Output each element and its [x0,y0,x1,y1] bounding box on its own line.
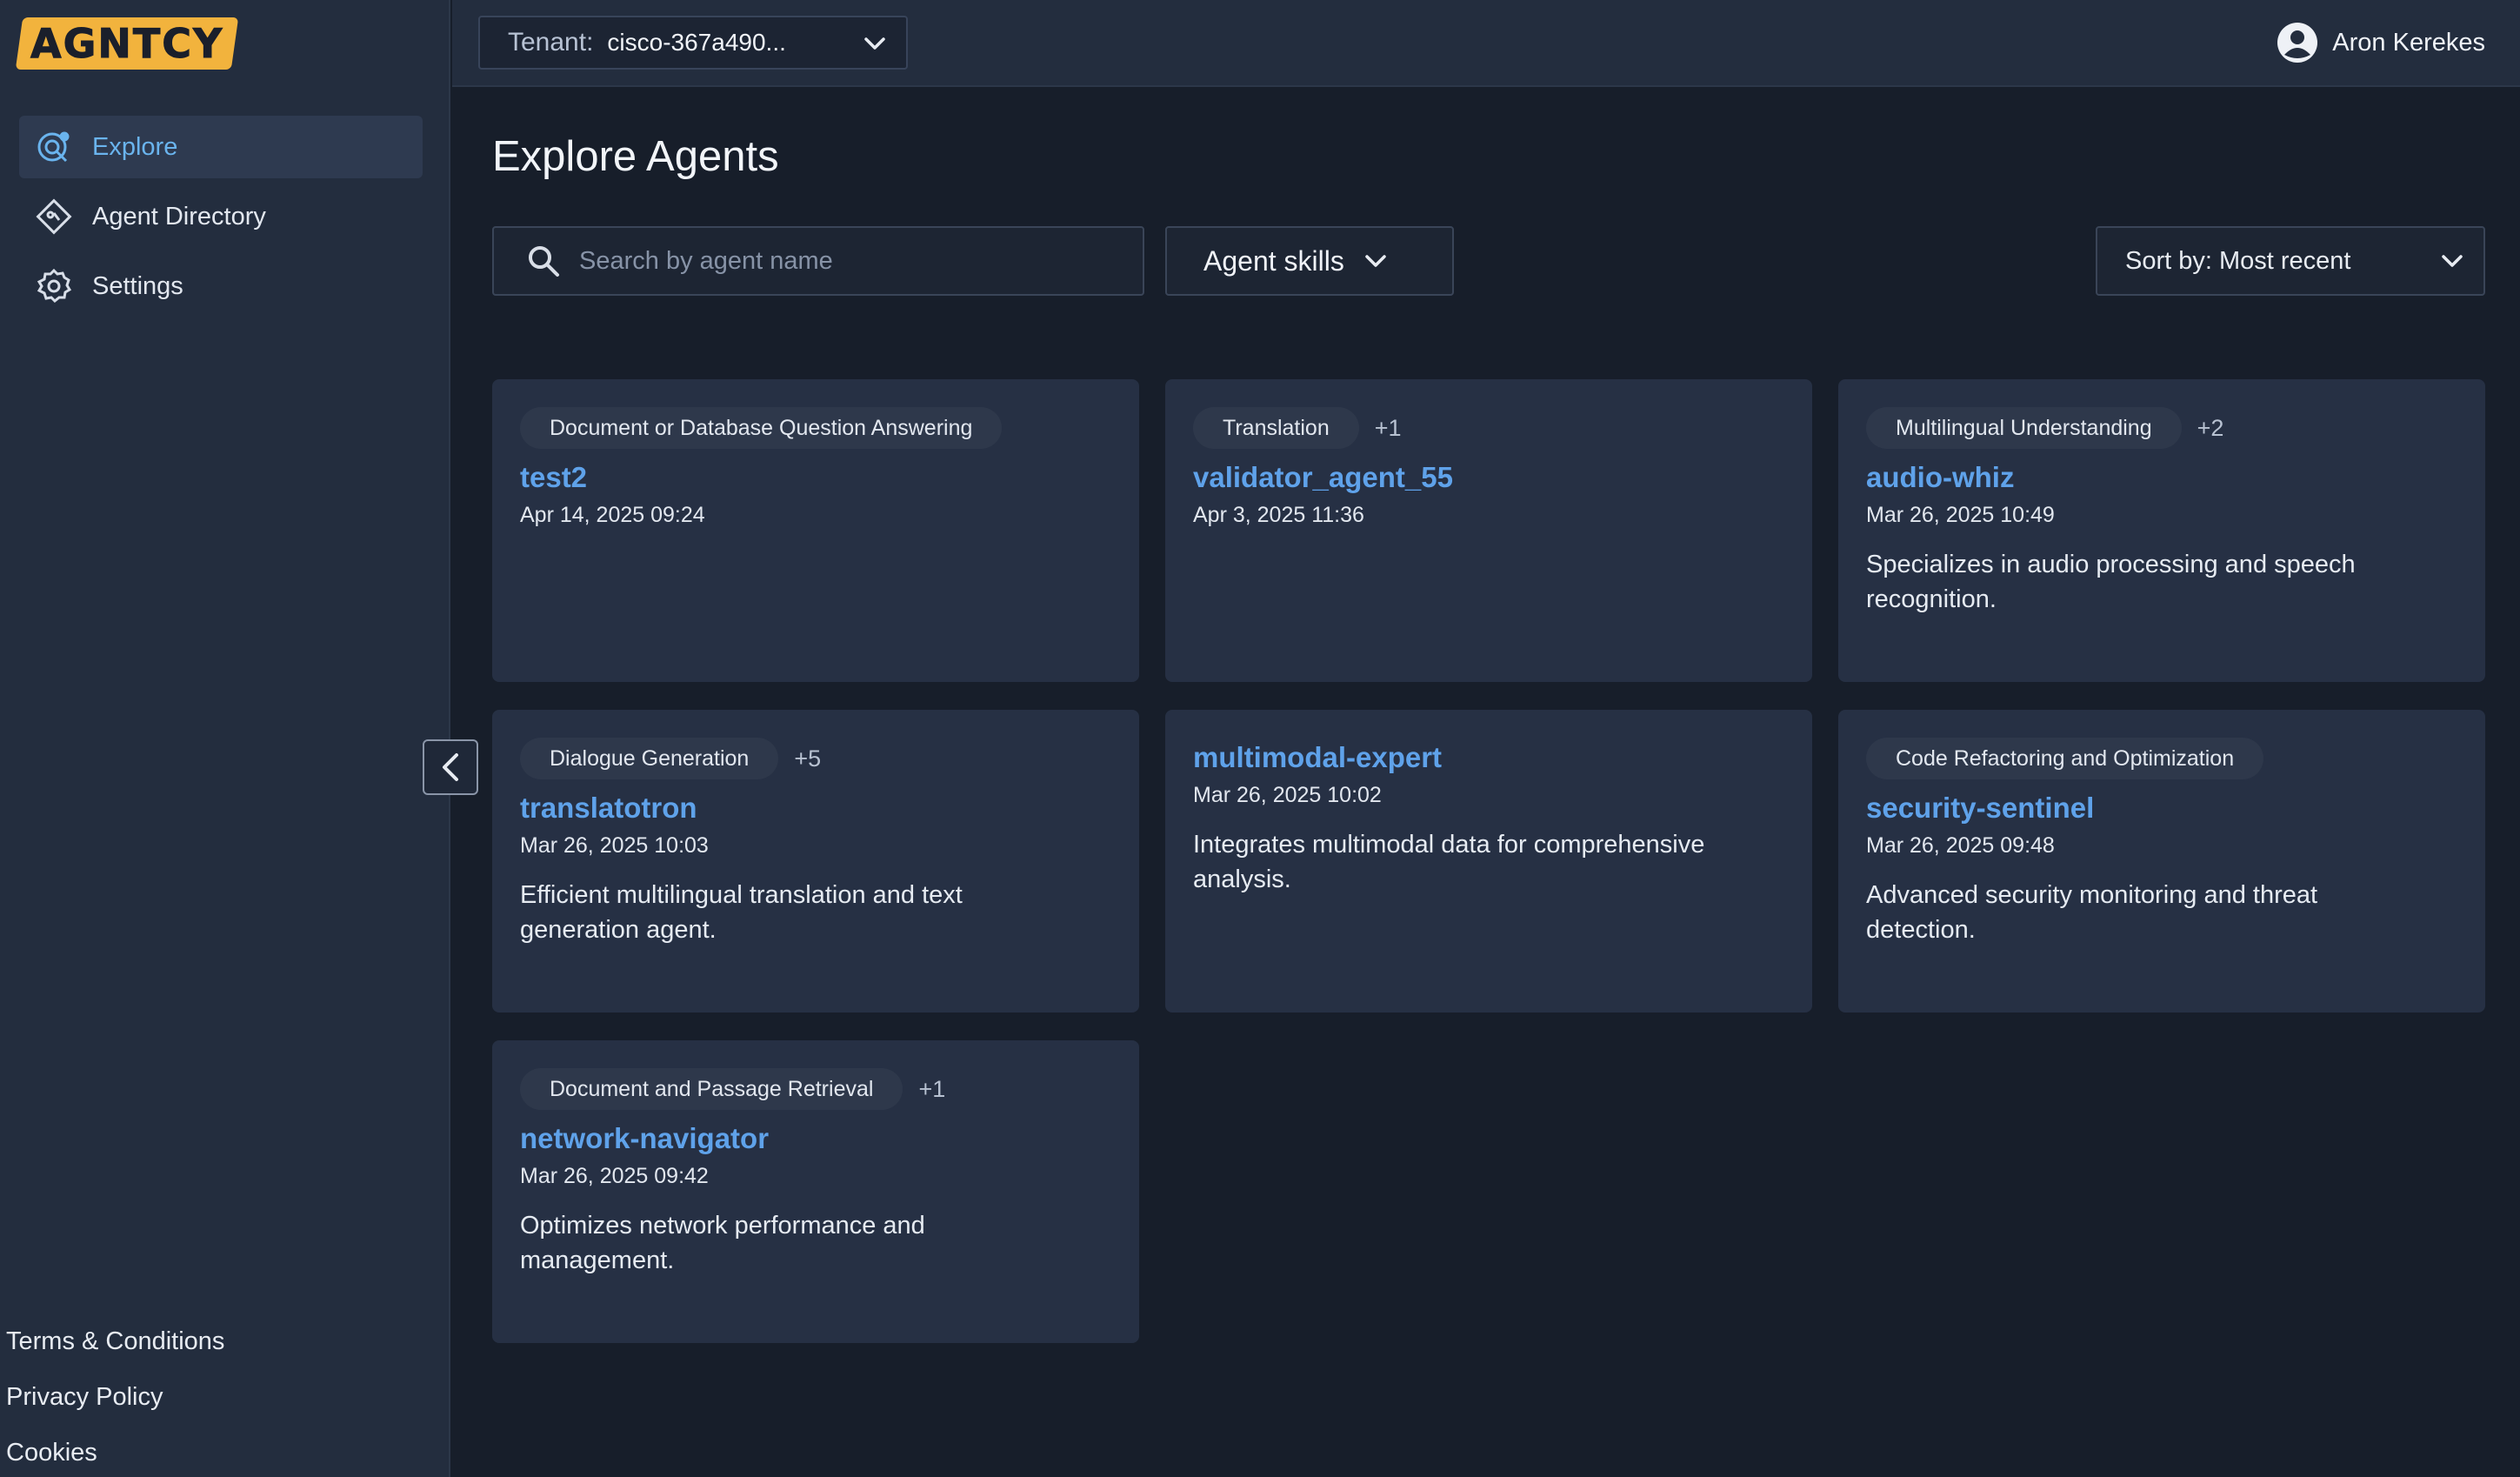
sidebar-item-label: Agent Directory [92,202,266,231]
collapse-sidebar-button[interactable] [423,739,478,795]
agent-date: Mar 26, 2025 09:42 [520,1164,709,1188]
top-bar: Tenant: cisco-367a490... Aron Kerekes [452,0,2520,87]
agent-date: Mar 26, 2025 10:49 [1866,503,2055,527]
skill-tag: Document or Database Question Answering [520,407,1003,449]
chevron-down-icon [2442,255,2463,267]
tag-row: Document or Database Question Answering [520,407,1111,449]
agent-card[interactable]: Dialogue Generation +5 translatotron Mar… [492,710,1139,1013]
agent-directory-icon [35,197,73,236]
sidebar-item-label: Settings [92,271,183,300]
tenant-label: Tenant: [508,28,594,57]
skill-tag: Code Refactoring and Optimization [1866,738,2264,779]
skill-tag: Document and Passage Retrieval [520,1068,903,1110]
agent-date: Mar 26, 2025 10:02 [1193,783,1382,807]
skill-tag: Dialogue Generation [520,738,779,779]
gear-icon [35,267,73,305]
tenant-value: cisco-367a490... [607,29,786,56]
agent-name[interactable]: validator_agent_55 [1193,461,1784,494]
skill-tag: Translation [1193,407,1359,449]
agent-card[interactable]: Multilingual Understanding +2 audio-whiz… [1838,379,2485,682]
sidebar-nav: Explore Agent Directory Settings [19,116,423,324]
sidebar-item-explore[interactable]: Explore [19,116,423,178]
agent-name[interactable]: security-sentinel [1866,792,2457,825]
agent-date: Mar 26, 2025 10:03 [520,833,709,858]
sidebar-item-agent-directory[interactable]: Agent Directory [19,185,423,248]
cookies-link[interactable]: Cookies [6,1434,224,1477]
tag-row: Code Refactoring and Optimization [1866,738,2457,779]
explore-icon [35,128,73,166]
terms-link[interactable]: Terms & Conditions [6,1322,224,1378]
agent-name[interactable]: network-navigator [520,1122,1111,1155]
agent-card[interactable]: Translation +1 validator_agent_55 Apr 3,… [1165,379,1812,682]
tag-row: Dialogue Generation +5 [520,738,1111,779]
agent-description: Efficient multilingual translation and t… [520,881,963,944]
agent-name[interactable]: multimodal-expert [1193,741,1784,774]
agent-description: Optimizes network performance and manage… [520,1212,925,1274]
agent-skills-dropdown[interactable]: Agent skills [1165,226,1454,296]
sidebar-item-label: Explore [92,132,178,161]
sidebar: AGNTCY Explore Agent Directory Settings … [0,0,450,1477]
user-name: Aron Kerekes [2332,28,2485,57]
agent-date: Mar 26, 2025 09:48 [1866,833,2055,858]
privacy-link[interactable]: Privacy Policy [6,1378,224,1434]
agent-name[interactable]: translatotron [520,792,1111,825]
agent-card[interactable]: Document or Database Question Answering … [492,379,1139,682]
more-tags-count: +5 [794,745,822,772]
user-menu[interactable]: Aron Kerekes [2277,21,2485,64]
search-box[interactable] [492,226,1144,296]
sidebar-item-settings[interactable]: Settings [19,255,423,317]
chevron-left-icon [443,753,458,781]
agent-name[interactable]: test2 [520,461,1111,494]
chevron-down-icon [864,37,885,50]
tag-row: Document and Passage Retrieval +1 [520,1068,1111,1110]
agent-skills-label: Agent skills [1203,244,1344,277]
agent-description: Integrates multimodal data for comprehen… [1193,831,1705,893]
chevron-down-icon [1365,255,1386,267]
agent-card[interactable]: Document and Passage Retrieval +1 networ… [492,1040,1139,1343]
more-tags-count: +1 [1374,414,1402,441]
avatar [2277,23,2318,63]
agntcy-logo[interactable]: AGNTCY [15,17,239,70]
page-title: Explore Agents [492,133,779,180]
logo-text: AGNTCY [30,20,224,68]
search-input[interactable] [579,246,1101,276]
more-tags-count: +1 [918,1075,946,1102]
tenant-select[interactable]: Tenant: cisco-367a490... [478,16,908,70]
tag-row: Translation +1 [1193,407,1784,449]
skill-tag: Multilingual Understanding [1866,407,2182,449]
search-icon [529,246,559,277]
more-tags-count: +2 [2197,414,2224,441]
agent-card[interactable]: multimodal-expert Mar 26, 2025 10:02 Int… [1165,710,1812,1013]
agent-date: Apr 3, 2025 11:36 [1193,503,1364,527]
agent-card[interactable]: Code Refactoring and Optimization securi… [1838,710,2485,1013]
agent-name[interactable]: audio-whiz [1866,461,2457,494]
agent-description: Advanced security monitoring and threat … [1866,881,2318,944]
agent-date: Apr 14, 2025 09:24 [520,503,705,527]
sort-dropdown[interactable]: Sort by: Most recent [2096,226,2485,296]
app-root: AGNTCY Explore Agent Directory Settings … [0,0,2520,1477]
agent-description: Specializes in audio processing and spee… [1866,551,2356,613]
footer-links: Terms & Conditions Privacy Policy Cookie… [6,1322,224,1477]
sort-label: Sort by: Most recent [2125,246,2351,275]
tag-row: Multilingual Understanding +2 [1866,407,2457,449]
